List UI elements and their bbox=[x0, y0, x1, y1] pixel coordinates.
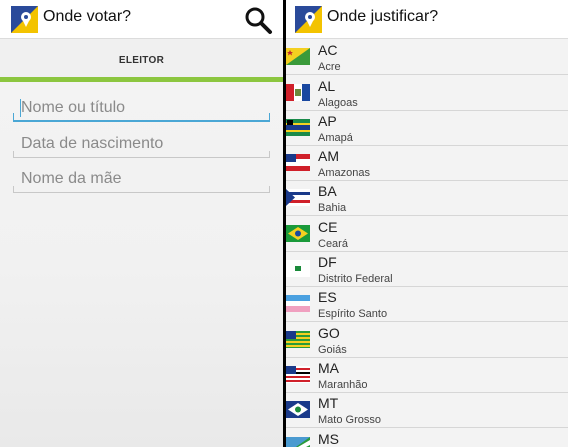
mato-grosso-flag-icon bbox=[286, 401, 310, 418]
state-item-go[interactable]: GO Goiás bbox=[286, 323, 568, 358]
text-cursor bbox=[20, 99, 21, 117]
state-code: ES bbox=[318, 289, 337, 305]
state-item-ac[interactable]: AC Acre bbox=[286, 40, 568, 75]
name-or-title-input[interactable] bbox=[13, 96, 270, 120]
state-item-df[interactable]: DF Distrito Federal bbox=[286, 252, 568, 287]
state-item-ma[interactable]: MA Maranhão bbox=[286, 358, 568, 393]
state-code: AP bbox=[318, 113, 337, 129]
state-name: Mato Grosso bbox=[318, 414, 381, 426]
state-code: CE bbox=[318, 219, 338, 235]
state-item-al[interactable]: AL Alagoas bbox=[286, 76, 568, 111]
state-name: Acre bbox=[318, 61, 341, 73]
tab-bar: ELEITOR bbox=[0, 39, 283, 82]
birth-date-input[interactable] bbox=[13, 132, 270, 156]
screen-title: Onde votar? bbox=[43, 8, 132, 25]
state-name: Maranhão bbox=[318, 379, 368, 391]
state-code: DF bbox=[318, 254, 337, 270]
action-bar: Onde votar? bbox=[0, 0, 283, 39]
goias-flag-icon bbox=[286, 331, 310, 348]
state-code: MA bbox=[318, 360, 339, 376]
mother-name-field[interactable] bbox=[13, 167, 270, 193]
state-name: Ceará bbox=[318, 238, 348, 250]
acre-flag-icon bbox=[286, 48, 310, 65]
bahia-flag-icon bbox=[286, 189, 310, 206]
state-item-mt[interactable]: MT Mato Grosso bbox=[286, 393, 568, 428]
state-code: AC bbox=[318, 42, 338, 58]
state-item-ap[interactable]: AP Amapá bbox=[286, 111, 568, 146]
onde-justificar-screen: Onde justificar? AC Acre AL Alagoas AP A… bbox=[286, 0, 568, 447]
tab-indicator bbox=[0, 77, 283, 82]
search-icon[interactable] bbox=[243, 5, 273, 35]
birth-date-field[interactable] bbox=[13, 132, 270, 158]
espirito-santo-flag-icon bbox=[286, 295, 310, 312]
state-item-ba[interactable]: BA Bahia bbox=[286, 181, 568, 216]
action-bar: Onde justificar? bbox=[286, 0, 568, 39]
amazonas-flag-icon bbox=[286, 154, 310, 171]
state-name: Amapá bbox=[318, 132, 353, 144]
state-code: BA bbox=[318, 183, 337, 199]
app-logo-icon[interactable] bbox=[11, 6, 38, 33]
ceara-flag-icon bbox=[286, 225, 310, 242]
state-name: Amazonas bbox=[318, 167, 370, 179]
state-code: GO bbox=[318, 325, 340, 341]
state-name: Goiás bbox=[318, 344, 347, 356]
state-item-ce[interactable]: CE Ceará bbox=[286, 217, 568, 252]
distrito-federal-flag-icon bbox=[286, 260, 310, 277]
state-item-am[interactable]: AM Amazonas bbox=[286, 146, 568, 181]
state-name: Espírito Santo bbox=[318, 308, 388, 320]
name-or-title-field[interactable] bbox=[13, 96, 270, 122]
state-code: AM bbox=[318, 148, 339, 164]
state-code: MT bbox=[318, 395, 339, 411]
state-item-es[interactable]: ES Espírito Santo bbox=[286, 287, 568, 322]
alagoas-flag-icon bbox=[286, 84, 310, 101]
state-code: AL bbox=[318, 78, 336, 94]
state-name: Bahia bbox=[318, 202, 347, 214]
screen-title: Onde justificar? bbox=[327, 8, 439, 25]
tab-eleitor[interactable]: ELEITOR bbox=[0, 39, 283, 77]
amapa-flag-icon bbox=[286, 119, 310, 136]
state-name: Alagoas bbox=[318, 97, 358, 109]
mother-name-input[interactable] bbox=[13, 167, 270, 191]
state-name: Distrito Federal bbox=[318, 273, 393, 285]
onde-votar-screen: Onde votar? ELEITOR bbox=[0, 0, 283, 447]
app-logo-icon[interactable] bbox=[295, 6, 322, 33]
maranhao-flag-icon bbox=[286, 366, 310, 383]
state-code: MS bbox=[318, 431, 339, 447]
mato-grosso-do-sul-flag-icon bbox=[286, 437, 310, 447]
state-item-ms[interactable]: MS bbox=[286, 429, 568, 447]
